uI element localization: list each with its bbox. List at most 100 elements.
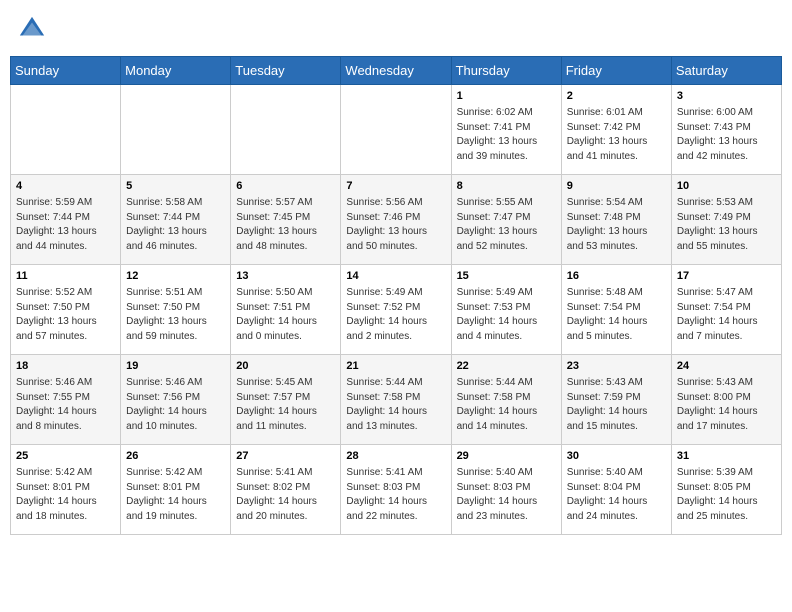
calendar-cell: 11 Sunrise: 5:52 AM Sunset: 7:50 PM Dayli… xyxy=(11,265,121,355)
day-info: Sunrise: 5:58 AM Sunset: 7:44 PM Dayligh… xyxy=(126,196,225,254)
calendar-cell: 31 Sunrise: 5:39 AM Sunset: 8:05 PM Dayli… xyxy=(671,445,781,535)
calendar-week-row: 25 Sunrise: 5:42 AM Sunset: 8:01 PM Dayli… xyxy=(11,445,782,535)
calendar-cell: 29Sunrise: 5:40 AM Sunset: 8:03 PM Dayli… xyxy=(451,445,561,535)
day-number: 20 xyxy=(236,359,335,374)
day-number: 25 xyxy=(16,449,115,464)
day-info: Sunrise: 5:52 AM Sunset: 7:50 PM Dayligh… xyxy=(16,286,115,344)
calendar-cell: 14 Sunrise: 5:49 AM Sunset: 7:52 PM Dayli… xyxy=(341,265,451,355)
day-info: Sunrise: 5:49 AM Sunset: 7:52 PM Dayligh… xyxy=(346,286,445,344)
day-number: 31 xyxy=(677,449,776,464)
day-info: Sunrise: 5:41 AM Sunset: 8:02 PM Dayligh… xyxy=(236,466,335,524)
day-info: Sunrise: 6:01 AM Sunset: 7:42 PM Dayligh… xyxy=(567,106,666,164)
day-number: 5 xyxy=(126,179,225,194)
day-number: 13 xyxy=(236,269,335,284)
day-header-wednesday: Wednesday xyxy=(341,57,451,85)
day-number: 14 xyxy=(346,269,445,284)
day-info: Sunrise: 5:47 AM Sunset: 7:54 PM Dayligh… xyxy=(677,286,776,344)
calendar-cell: 10 Sunrise: 5:53 AM Sunset: 7:49 PM Dayli… xyxy=(671,175,781,265)
calendar-cell: 22 Sunrise: 5:44 AM Sunset: 7:58 PM Dayli… xyxy=(451,355,561,445)
day-number: 26 xyxy=(126,449,225,464)
day-info: Sunrise: 5:53 AM Sunset: 7:49 PM Dayligh… xyxy=(677,196,776,254)
day-info: Sunrise: 6:02 AM Sunset: 7:41 PM Dayligh… xyxy=(457,106,556,164)
day-number: 4 xyxy=(16,179,115,194)
day-number: 17 xyxy=(677,269,776,284)
calendar-cell: 1Sunrise: 6:02 AM Sunset: 7:41 PM Daylig… xyxy=(451,85,561,175)
calendar-cell: 4 Sunrise: 5:59 AM Sunset: 7:44 PM Daylig… xyxy=(11,175,121,265)
calendar-week-row: 11 Sunrise: 5:52 AM Sunset: 7:50 PM Dayli… xyxy=(11,265,782,355)
calendar-cell xyxy=(121,85,231,175)
day-number: 10 xyxy=(677,179,776,194)
calendar-cell: 5 Sunrise: 5:58 AM Sunset: 7:44 PM Daylig… xyxy=(121,175,231,265)
calendar-cell: 7Sunrise: 5:56 AM Sunset: 7:46 PM Daylig… xyxy=(341,175,451,265)
logo xyxy=(18,15,50,43)
day-header-friday: Friday xyxy=(561,57,671,85)
calendar-cell xyxy=(341,85,451,175)
day-number: 24 xyxy=(677,359,776,374)
calendar-cell: 25 Sunrise: 5:42 AM Sunset: 8:01 PM Dayli… xyxy=(11,445,121,535)
day-number: 19 xyxy=(126,359,225,374)
calendar-cell: 20 Sunrise: 5:45 AM Sunset: 7:57 PM Dayli… xyxy=(231,355,341,445)
day-number: 9 xyxy=(567,179,666,194)
calendar-cell: 15Sunrise: 5:49 AM Sunset: 7:53 PM Dayli… xyxy=(451,265,561,355)
calendar-cell: 24 Sunrise: 5:43 AM Sunset: 8:00 PM Dayli… xyxy=(671,355,781,445)
day-info: Sunrise: 5:44 AM Sunset: 7:58 PM Dayligh… xyxy=(457,376,556,434)
calendar-cell: 30Sunrise: 5:40 AM Sunset: 8:04 PM Dayli… xyxy=(561,445,671,535)
calendar-cell: 28 Sunrise: 5:41 AM Sunset: 8:03 PM Dayli… xyxy=(341,445,451,535)
day-info: Sunrise: 5:57 AM Sunset: 7:45 PM Dayligh… xyxy=(236,196,335,254)
calendar-table: SundayMondayTuesdayWednesdayThursdayFrid… xyxy=(10,56,782,535)
day-number: 3 xyxy=(677,89,776,104)
calendar-cell: 12 Sunrise: 5:51 AM Sunset: 7:50 PM Dayli… xyxy=(121,265,231,355)
day-info: Sunrise: 5:48 AM Sunset: 7:54 PM Dayligh… xyxy=(567,286,666,344)
day-info: Sunrise: 5:59 AM Sunset: 7:44 PM Dayligh… xyxy=(16,196,115,254)
day-number: 28 xyxy=(346,449,445,464)
calendar-week-row: 18Sunrise: 5:46 AM Sunset: 7:55 PM Dayli… xyxy=(11,355,782,445)
calendar-cell xyxy=(11,85,121,175)
page-header xyxy=(10,10,782,48)
day-header-thursday: Thursday xyxy=(451,57,561,85)
day-header-sunday: Sunday xyxy=(11,57,121,85)
calendar-cell: 9 Sunrise: 5:54 AM Sunset: 7:48 PM Daylig… xyxy=(561,175,671,265)
calendar-cell: 3 Sunrise: 6:00 AM Sunset: 7:43 PM Daylig… xyxy=(671,85,781,175)
day-number: 15 xyxy=(457,269,556,284)
day-number: 27 xyxy=(236,449,335,464)
day-header-monday: Monday xyxy=(121,57,231,85)
calendar-cell xyxy=(231,85,341,175)
day-number: 29 xyxy=(457,449,556,464)
calendar-cell: 17 Sunrise: 5:47 AM Sunset: 7:54 PM Dayli… xyxy=(671,265,781,355)
day-info: Sunrise: 5:39 AM Sunset: 8:05 PM Dayligh… xyxy=(677,466,776,524)
day-info: Sunrise: 5:55 AM Sunset: 7:47 PM Dayligh… xyxy=(457,196,556,254)
calendar-cell: 21Sunrise: 5:44 AM Sunset: 7:58 PM Dayli… xyxy=(341,355,451,445)
calendar-cell: 18Sunrise: 5:46 AM Sunset: 7:55 PM Dayli… xyxy=(11,355,121,445)
calendar-header-row: SundayMondayTuesdayWednesdayThursdayFrid… xyxy=(11,57,782,85)
calendar-cell: 8Sunrise: 5:55 AM Sunset: 7:47 PM Daylig… xyxy=(451,175,561,265)
day-info: Sunrise: 5:51 AM Sunset: 7:50 PM Dayligh… xyxy=(126,286,225,344)
day-number: 23 xyxy=(567,359,666,374)
day-number: 11 xyxy=(16,269,115,284)
day-number: 21 xyxy=(346,359,445,374)
day-info: Sunrise: 5:41 AM Sunset: 8:03 PM Dayligh… xyxy=(346,466,445,524)
day-number: 22 xyxy=(457,359,556,374)
day-info: Sunrise: 5:54 AM Sunset: 7:48 PM Dayligh… xyxy=(567,196,666,254)
day-info: Sunrise: 5:50 AM Sunset: 7:51 PM Dayligh… xyxy=(236,286,335,344)
calendar-week-row: 1Sunrise: 6:02 AM Sunset: 7:41 PM Daylig… xyxy=(11,85,782,175)
day-number: 18 xyxy=(16,359,115,374)
day-info: Sunrise: 5:42 AM Sunset: 8:01 PM Dayligh… xyxy=(16,466,115,524)
calendar-cell: 19 Sunrise: 5:46 AM Sunset: 7:56 PM Dayli… xyxy=(121,355,231,445)
day-number: 6 xyxy=(236,179,335,194)
calendar-cell: 13 Sunrise: 5:50 AM Sunset: 7:51 PM Dayli… xyxy=(231,265,341,355)
day-info: Sunrise: 5:43 AM Sunset: 8:00 PM Dayligh… xyxy=(677,376,776,434)
day-info: Sunrise: 5:46 AM Sunset: 7:56 PM Dayligh… xyxy=(126,376,225,434)
calendar-week-row: 4 Sunrise: 5:59 AM Sunset: 7:44 PM Daylig… xyxy=(11,175,782,265)
calendar-cell: 2Sunrise: 6:01 AM Sunset: 7:42 PM Daylig… xyxy=(561,85,671,175)
calendar-cell: 23 Sunrise: 5:43 AM Sunset: 7:59 PM Dayli… xyxy=(561,355,671,445)
day-header-tuesday: Tuesday xyxy=(231,57,341,85)
day-info: Sunrise: 5:43 AM Sunset: 7:59 PM Dayligh… xyxy=(567,376,666,434)
day-info: Sunrise: 5:42 AM Sunset: 8:01 PM Dayligh… xyxy=(126,466,225,524)
calendar-cell: 27 Sunrise: 5:41 AM Sunset: 8:02 PM Dayli… xyxy=(231,445,341,535)
day-number: 12 xyxy=(126,269,225,284)
day-info: Sunrise: 6:00 AM Sunset: 7:43 PM Dayligh… xyxy=(677,106,776,164)
day-header-saturday: Saturday xyxy=(671,57,781,85)
day-info: Sunrise: 5:45 AM Sunset: 7:57 PM Dayligh… xyxy=(236,376,335,434)
day-number: 7 xyxy=(346,179,445,194)
calendar-cell: 6 Sunrise: 5:57 AM Sunset: 7:45 PM Daylig… xyxy=(231,175,341,265)
